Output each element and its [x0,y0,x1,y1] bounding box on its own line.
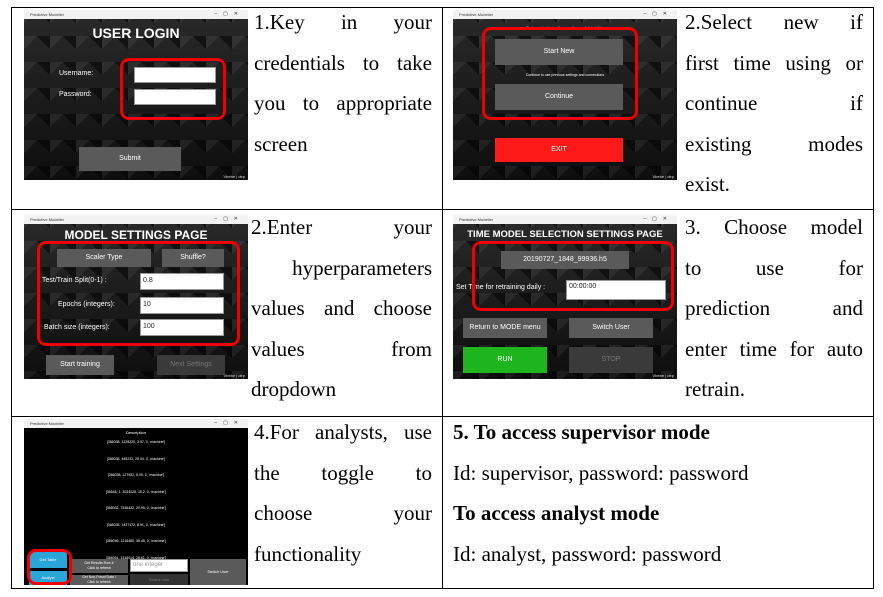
instruction-line: 1.Key in your [254,10,432,34]
analyst-credentials: Id: analyst, password: password [453,541,722,566]
highlight-box [120,58,226,120]
model-settings-screenshot: Predictive Modeller –▢✕ MODEL SETTINGS PA… [24,215,248,379]
instruction-line: exist. [685,172,730,196]
access-instructions: 5. To access supervisor mode Id: supervi… [453,412,868,574]
watermark: Vbebe | dep [223,373,245,378]
login-instructions: 1.Key in your credentials to take you to… [254,2,432,164]
instruction-line: 2.Select new if [685,10,863,34]
switch-user-button[interactable]: Switch User [190,559,246,585]
screen-title: USER LOGIN [92,25,180,41]
watermark: Vbebe | dep [652,373,674,378]
window-titlebar: Predictive Modeller –▢✕ [453,215,677,224]
submit-button[interactable]: Submit [79,147,181,171]
instruction-line: 4.For analysts, use [254,420,432,444]
exit-button[interactable]: EXIT [495,138,623,162]
instruction-line: values and choose [251,296,432,320]
instruction-line: enter time for auto [685,336,863,361]
window-title: Predictive Modeller [30,12,65,17]
instruction-line: choose your [254,501,432,525]
instruction-line: hyperparameters [292,255,432,280]
analyst-instructions: 4.For analysts, use the toggle to choose… [254,412,432,574]
switch-user-button[interactable]: Switch User [569,318,653,338]
analyst-screenshot: Predictive Modeller –▢✕ Description [3660… [24,419,248,585]
list-item: [36648, 1, 3034028, 15.2, 0, 'machine'] [105,489,167,494]
instruction-line: credentials to take [254,50,432,75]
window-titlebar: Predictive Modeller –▢✕ [453,10,677,19]
window-titlebar: Predictive Modeller –▢✕ [24,419,248,428]
next-settings-button[interactable]: Next Settings [157,355,225,375]
list-item: [366035, 1437172, 8.91, 0, 'machine'] [106,522,166,527]
supervisor-credentials: Id: supervisor, password: password [453,460,749,485]
watermark: Vbebe | dep [652,174,674,179]
list-item: [366038, 127952, 5.09, 0, 'machine'] [107,473,165,477]
table-border-right [873,7,874,589]
list-item: [366038, 1228220, 3.97, 0, 'machine'] [106,440,166,444]
window-controls[interactable]: –▢✕ [214,10,244,19]
instruction-line: first time using or [685,50,863,75]
return-mode-button[interactable]: Return to MODE menu [463,318,547,338]
instruction-table: Predictive Modeller –▢✕ USER LOGIN Userna… [11,7,874,589]
window-title: Predictive Modeller [30,421,65,426]
list-item: [366038, 445231, 25.34, 0, 'machine'] [106,456,166,461]
highlight-box [472,241,674,311]
window-title: Predictive Modeller [459,217,494,222]
watermark: Vbebe | dep [223,174,245,179]
analyst-heading: To access analyst mode [453,501,660,525]
password-label: Password: [59,91,92,98]
search-row-button[interactable]: Search row [130,574,188,585]
get-nonfraud-button[interactable]: Get Non-Fraud Data ! Click to refresh [70,575,128,585]
instruction-line: values from [251,336,432,361]
window-controls[interactable]: –▢✕ [643,10,673,19]
highlight-box [482,27,638,120]
highlight-box [27,549,72,585]
window-controls[interactable]: –▢✕ [643,215,673,224]
instruction-line: to use for [685,255,863,280]
time-model-instructions: 3. Choose model to use for prediction an… [685,207,863,410]
mode-screenshot: Predictive Modeller –▢✕ Start new to dele… [453,10,677,180]
table-column-divider [442,7,443,589]
window-title: Predictive Modeller [30,217,65,222]
instruction-line: retrain. [685,377,746,401]
stop-button[interactable]: STOP [569,347,653,373]
description-title: Description [125,430,146,435]
window-titlebar: Predictive Modeller –▢✕ [24,215,248,224]
instruction-line: you to appropriate [254,91,432,115]
login-screenshot: Predictive Modeller –▢✕ USER LOGIN Userna… [24,10,248,180]
instruction-line: the toggle to [254,460,432,485]
model-settings-instructions: 2.Enter your hyperparameters values and … [251,207,432,410]
instruction-line: screen [254,131,308,156]
window-titlebar: Predictive Modeller –▢✕ [24,10,248,19]
window-title: Predictive Modeller [459,12,494,17]
instruction-line: 2.Enter your [251,215,432,239]
time-model-screenshot: Predictive Modeller –▢✕ TIME MODEL SELECT… [453,215,677,379]
get-results-button[interactable]: Get Results Row # Click to refresh [70,559,128,573]
instruction-line: prediction and [685,296,863,320]
username-label: Username: [59,70,94,77]
instruction-line: dropdown [251,377,337,401]
instruction-line: existing modes [685,131,863,156]
instruction-line: continue if [685,91,863,115]
start-training-button[interactable]: Start training [46,355,114,375]
screen-title: TIME MODEL SELECTION SETTINGS PAGE [467,229,663,240]
list-item: [366032, 7536432, 20.95, 0, 'machine'] [105,506,167,510]
highlight-box [37,241,240,346]
mode-instructions: 2.Select new if first time using or cont… [685,2,863,205]
window-controls[interactable]: –▢✕ [214,215,244,224]
window-controls[interactable]: –▢✕ [214,419,244,428]
run-button[interactable]: RUN [463,347,547,373]
integer-input[interactable]: one integer [130,559,188,572]
screen-title: MODEL SETTINGS PAGE [64,228,208,242]
table-border-left [11,7,12,589]
instruction-line: 3. Choose model [685,215,863,239]
supervisor-heading: 5. To access supervisor mode [453,420,710,444]
instruction-line: functionality [254,541,362,566]
